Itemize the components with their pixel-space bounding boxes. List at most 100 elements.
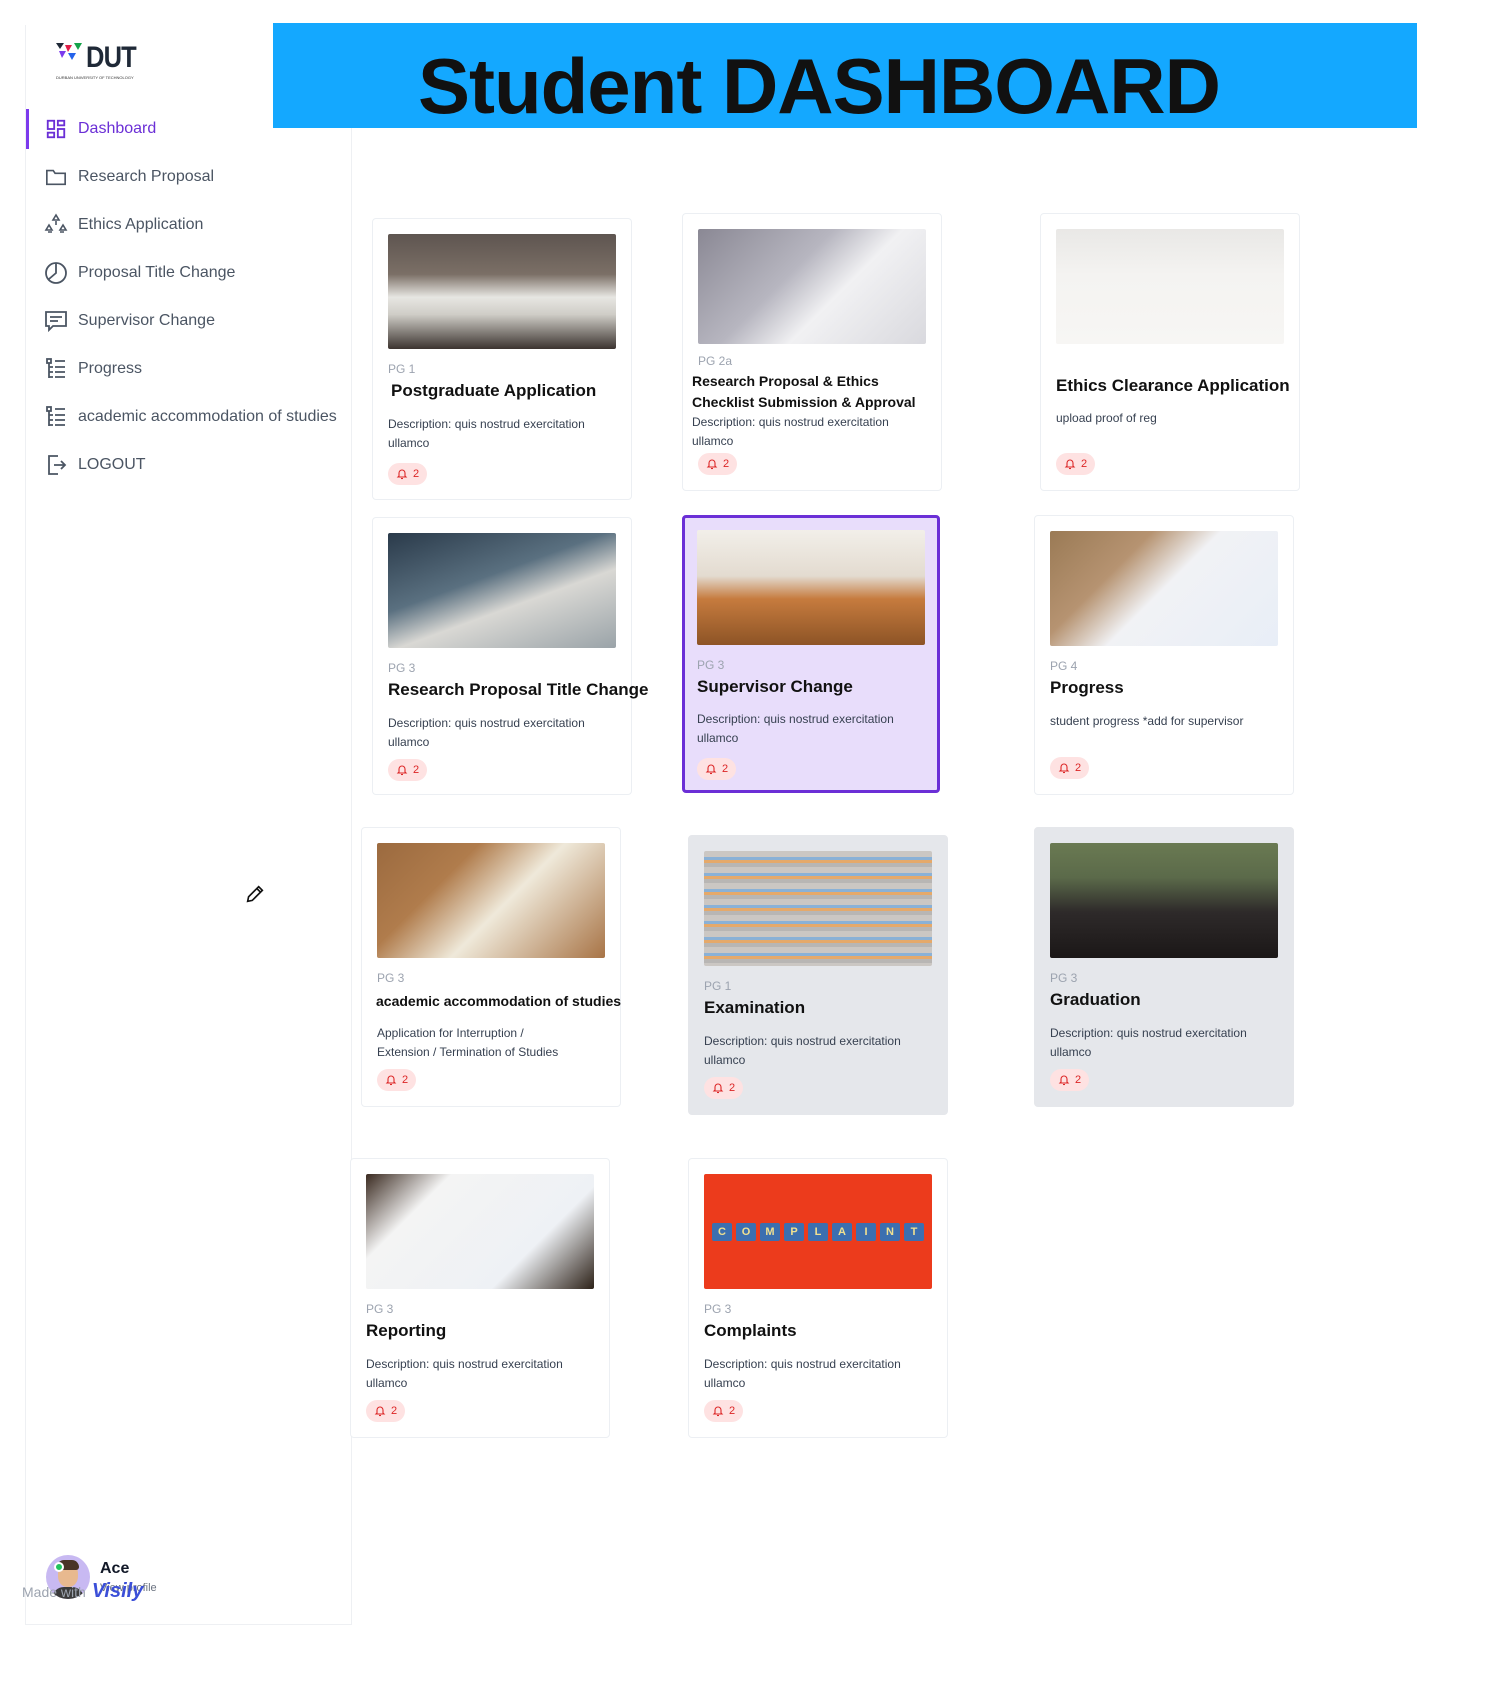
sidebar-item-proposal-title-change[interactable]: Proposal Title Change	[26, 249, 353, 297]
list-tree-icon	[44, 357, 68, 381]
sidebar-item-label: Supervisor Change	[78, 312, 215, 329]
card-graduation[interactable]: PG 3 Graduation Description: quis nostru…	[1034, 827, 1294, 1107]
card-postgraduate-application[interactable]: PG 1 Postgraduate Application Descriptio…	[372, 218, 632, 500]
card-image	[704, 851, 932, 966]
complaint-tile: A	[832, 1222, 852, 1241]
page: DUT DURBAN UNIVERSITY OF TECHNOLOGY Dash…	[0, 0, 1490, 1687]
bell-icon	[712, 1083, 724, 1094]
card-ethics-clearance[interactable]: Ethics Clearance Application upload proo…	[1040, 213, 1300, 491]
card-pg-code: PG 2a	[698, 354, 733, 368]
card-image	[1050, 531, 1278, 646]
card-supervisor-change[interactable]: PG 3 Supervisor Change Description: quis…	[682, 515, 940, 793]
notification-badge[interactable]: 2	[1056, 453, 1096, 475]
badge-count: 2	[402, 1074, 409, 1086]
list-tree-icon	[44, 405, 68, 429]
notification-badge[interactable]: 2	[1050, 1069, 1090, 1091]
sidebar-item-label: Progress	[78, 360, 143, 377]
notification-badge[interactable]: 2	[704, 1400, 744, 1422]
card-image	[697, 530, 925, 645]
complaint-tile: C	[712, 1222, 732, 1241]
notification-badge[interactable]: 2	[698, 453, 738, 475]
profile-name: Ace	[100, 1560, 130, 1577]
complaint-tile: M	[760, 1222, 780, 1241]
folder-icon	[44, 165, 68, 189]
card-image	[388, 533, 616, 648]
card-image: C O M P L A I N T	[704, 1174, 932, 1289]
visily-logo: Visily	[91, 1580, 144, 1602]
card-pg-code: PG 4	[1050, 659, 1078, 673]
notification-badge[interactable]: 2	[704, 1077, 744, 1099]
card-description: Description: quis nostrud exercitation u…	[697, 712, 894, 745]
complaint-tile: L	[808, 1222, 828, 1241]
sidebar-item-progress[interactable]: Progress	[26, 345, 353, 393]
card-complaints[interactable]: C O M P L A I N T PG 3 Complaints Descri…	[688, 1158, 948, 1438]
page-title: Student DASHBOARD	[418, 42, 1221, 130]
sidebar: DUT DURBAN UNIVERSITY OF TECHNOLOGY Dash…	[25, 25, 352, 1625]
notification-badge[interactable]: 2	[1050, 757, 1090, 779]
card-research-proposal-ethics[interactable]: PG 2a Research Proposal & Ethics Checkli…	[682, 213, 942, 491]
complaint-tile: P	[784, 1222, 804, 1241]
card-description: Application for Interruption / Extension…	[377, 1026, 559, 1059]
notification-badge[interactable]: 2	[388, 759, 428, 781]
pencil-icon[interactable]	[244, 883, 266, 905]
card-academic-accommodation[interactable]: PG 3 academic accommodation of studies A…	[361, 827, 621, 1107]
card-pg-code: PG 3	[697, 658, 725, 672]
card-reporting[interactable]: PG 3 Reporting Description: quis nostrud…	[350, 1158, 610, 1438]
bell-icon	[705, 764, 717, 775]
sidebar-item-logout[interactable]: LOGOUT	[26, 441, 353, 489]
sidebar-item-label: Ethics Application	[78, 216, 204, 233]
sidebar-item-supervisor-change[interactable]: Supervisor Change	[26, 297, 353, 345]
sidebar-item-label: Proposal Title Change	[78, 264, 236, 281]
sidebar-nav: Dashboard Research Proposal Ethics Appli…	[26, 105, 353, 489]
card-description: Description: quis nostrud exercitation u…	[704, 1034, 901, 1067]
sidebar-item-label: LOGOUT	[78, 456, 146, 473]
card-description: upload proof of reg	[1056, 411, 1157, 425]
notification-badge[interactable]: 2	[697, 758, 737, 780]
made-with-visily[interactable]: Made with Visily	[22, 1580, 143, 1603]
card-image	[1056, 229, 1284, 344]
badge-count: 2	[729, 1405, 736, 1417]
card-pg-code: PG 1	[388, 362, 416, 376]
bell-icon	[374, 1406, 386, 1417]
notification-badge[interactable]: 2	[377, 1069, 417, 1091]
card-examination[interactable]: PG 1 Examination Description: quis nostr…	[688, 835, 948, 1115]
hierarchy-icon	[44, 213, 68, 237]
sidebar-item-academic-accommodation[interactable]: academic accommodation of studies	[26, 393, 353, 441]
logout-icon	[44, 453, 68, 477]
sidebar-item-label: Research Proposal	[78, 168, 215, 185]
badge-count: 2	[722, 763, 729, 775]
badge-count: 2	[723, 458, 730, 470]
card-image	[366, 1174, 594, 1289]
card-title: Progress	[1050, 678, 1124, 697]
badge-count: 2	[1075, 762, 1082, 774]
card-pg-code: PG 1	[704, 979, 732, 993]
card-title: Complaints	[704, 1321, 797, 1340]
card-pg-code: PG 3	[366, 1302, 394, 1316]
complaint-tile: N	[880, 1222, 900, 1241]
card-research-proposal-title-change[interactable]: PG 3 Research Proposal Title Change Desc…	[372, 517, 648, 795]
card-progress[interactable]: PG 4 Progress student progress *add for …	[1034, 515, 1294, 795]
notification-badge[interactable]: 2	[366, 1400, 406, 1422]
bell-icon	[1058, 1075, 1070, 1086]
bell-icon	[1064, 459, 1076, 470]
badge-count: 2	[413, 468, 420, 480]
sidebar-item-research-proposal[interactable]: Research Proposal	[26, 153, 353, 201]
bell-icon	[396, 765, 408, 776]
badge-count: 2	[1075, 1074, 1082, 1086]
bell-icon	[706, 459, 718, 470]
dut-logo[interactable]: DUT DURBAN UNIVERSITY OF TECHNOLOGY	[56, 39, 156, 89]
page-header: Student DASHBOARD	[273, 23, 1417, 130]
complaint-tile: T	[904, 1222, 924, 1241]
bell-icon	[385, 1075, 397, 1086]
card-description: Description: quis nostrud exercitation u…	[388, 417, 585, 450]
logo-subtitle: DURBAN UNIVERSITY OF TECHNOLOGY	[56, 75, 134, 80]
bell-icon	[712, 1406, 724, 1417]
badge-count: 2	[729, 1082, 736, 1094]
card-title: Postgraduate Application	[391, 381, 597, 400]
card-pg-code: PG 3	[704, 1302, 732, 1316]
notification-badge[interactable]: 2	[388, 463, 428, 485]
dashboard-icon	[44, 117, 68, 141]
sidebar-item-ethics-application[interactable]: Ethics Application	[26, 201, 353, 249]
badge-count: 2	[391, 1405, 398, 1417]
card-description: Description: quis nostrud exercitation u…	[704, 1357, 901, 1390]
